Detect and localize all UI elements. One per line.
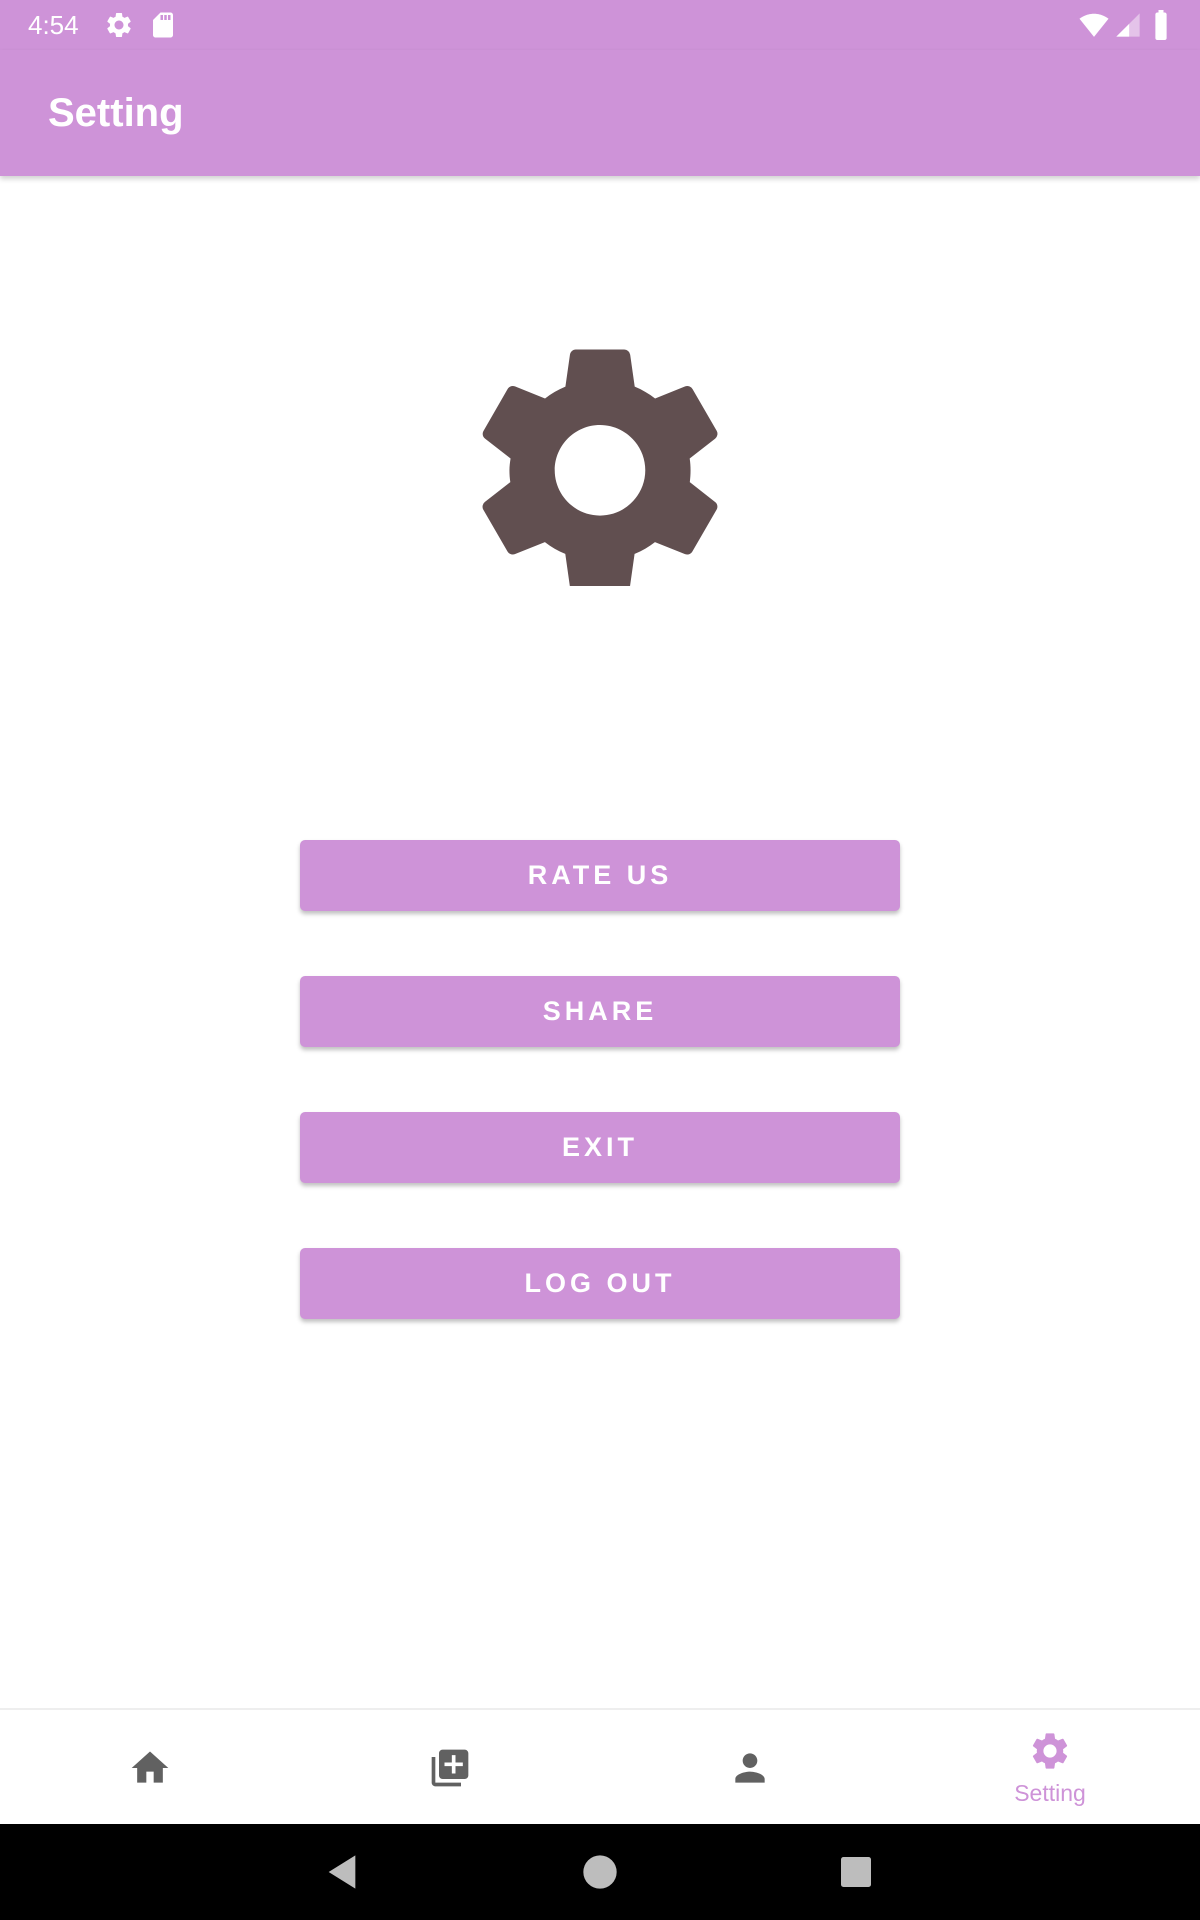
recents-icon[interactable] (836, 1852, 876, 1892)
gear-icon (482, 349, 718, 586)
exit-button[interactable]: EXIT (300, 1112, 900, 1183)
status-time: 4:54 (28, 10, 79, 40)
cell-signal-icon (1116, 13, 1140, 37)
battery-icon (1155, 10, 1167, 40)
app-bar: Setting (0, 50, 1200, 176)
sd-card-icon (153, 12, 173, 38)
back-icon[interactable] (322, 1852, 362, 1892)
home-icon (131, 1751, 169, 1783)
wifi-icon (1079, 13, 1109, 37)
nav-item-profile[interactable] (600, 1710, 900, 1826)
person-icon (735, 1753, 765, 1783)
bottom-navigation: Setting (0, 1708, 1200, 1826)
screen: 4:54 Setting RATE US SHARE EXIT LOG OUT (0, 0, 1200, 1920)
nav-item-home[interactable] (0, 1710, 300, 1826)
gear-icon (107, 12, 131, 37)
status-bar: 4:54 (0, 0, 1200, 50)
share-button[interactable]: SHARE (300, 976, 900, 1047)
page-title: Setting (48, 91, 184, 135)
log-out-button[interactable]: LOG OUT (300, 1248, 900, 1319)
nav-item-add[interactable] (300, 1710, 600, 1826)
nav-item-setting[interactable]: Setting (900, 1710, 1200, 1826)
nav-item-label: Setting (1014, 1780, 1086, 1806)
home-circle-icon[interactable] (580, 1852, 620, 1892)
system-navigation-bar (0, 1824, 1200, 1920)
add-to-library-icon (431, 1749, 469, 1787)
gear-icon (1032, 1733, 1068, 1769)
rate-us-button[interactable]: RATE US (300, 840, 900, 911)
